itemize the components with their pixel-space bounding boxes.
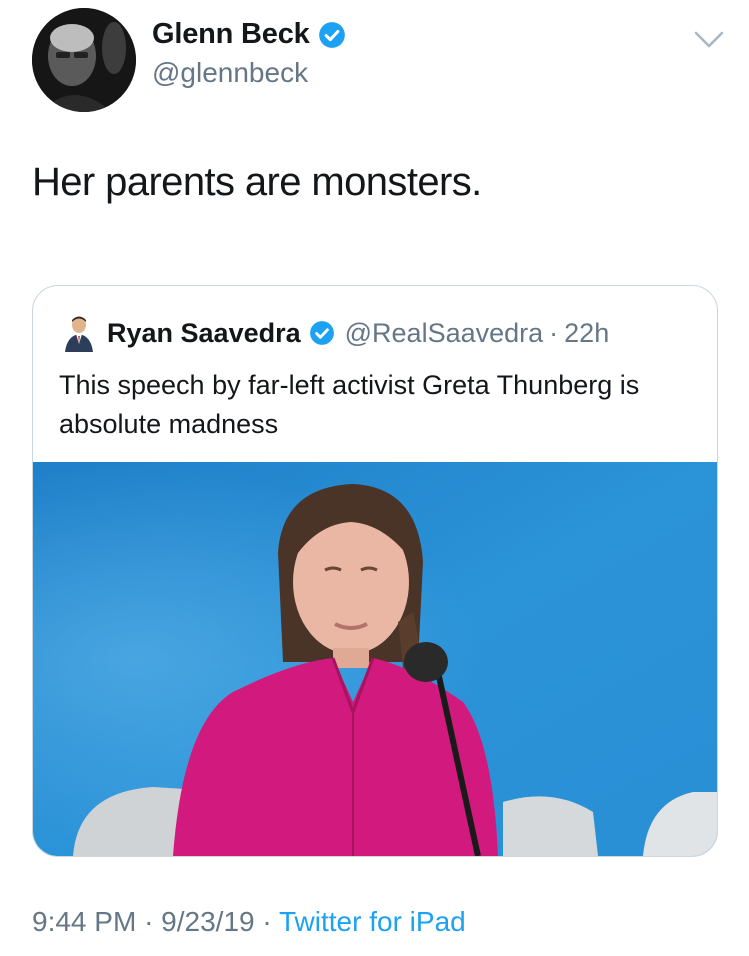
quoted-author-handle[interactable]: @RealSaavedra	[345, 318, 544, 349]
author-handle[interactable]: @glennbeck	[152, 57, 346, 89]
verified-badge-icon	[318, 21, 345, 48]
author-name[interactable]: Glenn Beck	[152, 18, 310, 51]
tweet-date[interactable]: 9/23/19	[161, 906, 254, 937]
quoted-tweet-text: This speech by far-left activist Greta T…	[59, 370, 640, 439]
separator-dot: ·	[144, 906, 154, 937]
author-avatar-image	[32, 8, 136, 112]
tweet-footer: 9:44 PM · 9/23/19 · Twitter for iPad	[32, 906, 466, 938]
separator-dot: ·	[549, 317, 559, 348]
tweet-time[interactable]: 9:44 PM	[32, 906, 136, 937]
quoted-tweet-header: Ryan Saavedra @RealSaavedra · 22h	[63, 314, 609, 352]
quoted-author-name[interactable]: Ryan Saavedra	[107, 318, 301, 349]
verified-badge-icon	[309, 321, 334, 345]
separator-dot: ·	[262, 906, 272, 937]
quoted-tweet-age[interactable]: 22h	[564, 318, 609, 349]
quoted-tweet-card[interactable]: Ryan Saavedra @RealSaavedra · 22h This s…	[32, 285, 718, 857]
author-block[interactable]: Glenn Beck @glennbeck	[152, 18, 346, 89]
quoted-tweet-video-thumbnail[interactable]	[33, 462, 717, 856]
quoted-author-avatar[interactable]	[63, 314, 95, 352]
tweet-text: Her parents are monsters.	[32, 160, 482, 204]
author-name-row: Glenn Beck	[152, 18, 346, 51]
tweet-source-link[interactable]: Twitter for iPad	[279, 906, 466, 937]
author-avatar[interactable]	[32, 8, 136, 112]
chevron-down-icon[interactable]	[692, 28, 726, 52]
